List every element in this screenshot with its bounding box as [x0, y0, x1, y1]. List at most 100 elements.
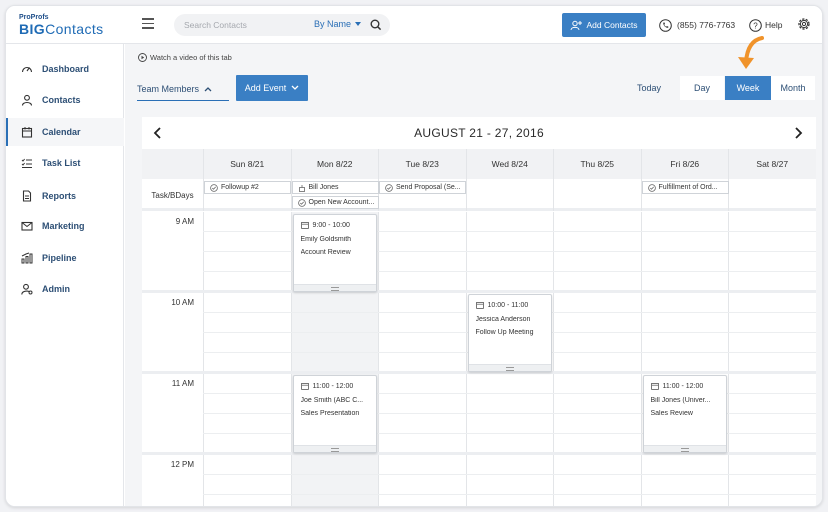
sidebar-item-admin[interactable]: Admin [6, 275, 124, 303]
task-chip-label: Open New Account... [308, 199, 375, 206]
logo[interactable]: ProProfs BIGContacts [19, 14, 127, 40]
contacts-icon [21, 94, 33, 106]
birthday-chip[interactable]: Bill Jones [291, 181, 379, 194]
event-card[interactable]: 10:00 - 11:00 Jessica Anderson Follow Up… [467, 294, 552, 372]
check-circle-icon [297, 198, 306, 207]
watch-video-link[interactable]: Watch a video of this tab [138, 53, 232, 62]
calendar-header: AUGUST 21 - 27, 2016 [142, 117, 816, 149]
reports-icon [22, 190, 32, 202]
phone-icon [659, 18, 672, 32]
day-header-row: Sun 8/21 Mon 8/22 Tue 8/23 Wed 8/24 Thu … [142, 149, 816, 179]
event-description: Account Review [300, 249, 351, 256]
chevron-up-icon [204, 86, 212, 91]
help-link[interactable]: ? Help [749, 16, 782, 34]
day-column[interactable] [640, 212, 729, 506]
team-members-dropdown[interactable]: Team Members [137, 77, 229, 101]
view-day-button[interactable]: Day [680, 76, 724, 100]
event-card[interactable]: 9:00 - 10:00 Emily Goldsmith Account Rev… [292, 214, 377, 292]
birthday-chip-label: Bill Jones [308, 184, 339, 191]
day-column[interactable] [728, 212, 816, 506]
all-day-cell[interactable] [465, 179, 554, 211]
view-month-button[interactable]: Month [771, 76, 815, 100]
event-description: Sales Presentation [300, 410, 360, 417]
team-members-label: Team Members [137, 83, 200, 94]
sidebar-item-reports[interactable]: Reports [6, 182, 124, 210]
day-header: Tue 8/23 [378, 149, 466, 179]
hour-label: 9 AM [175, 217, 194, 226]
sidebar-item-task-list[interactable]: Task List [6, 149, 124, 177]
watch-video-label: Watch a video of this tab [150, 53, 232, 62]
today-button[interactable]: Today [637, 83, 661, 93]
hour-divider [142, 290, 816, 293]
calendar-icon [300, 382, 309, 390]
resize-handle[interactable] [293, 445, 376, 452]
hour-label: 11 AM [171, 379, 194, 388]
event-contact: Joe Smith (ABC C... [300, 397, 364, 404]
phone-number: (855) 776-7763 [659, 16, 735, 34]
day-column[interactable] [203, 212, 291, 506]
search-input[interactable] [184, 17, 304, 33]
event-card[interactable]: 11:00 - 12:00 Joe Smith (ABC C... Sales … [292, 375, 377, 453]
day-column[interactable] [553, 212, 641, 506]
task-chip-label: Followup #2 [221, 184, 259, 191]
search-box: By Name [174, 14, 390, 36]
view-week-button[interactable]: Week [725, 76, 771, 100]
add-user-icon [570, 20, 583, 30]
sidebar-item-label: Marketing [42, 221, 85, 231]
day-header: Mon 8/22 [290, 149, 379, 179]
sidebar-item-label: Task List [42, 158, 81, 168]
sidebar-item-dashboard[interactable]: Dashboard [6, 55, 124, 83]
day-header: Wed 8/24 [465, 149, 554, 179]
add-contacts-label: Add Contacts [586, 20, 638, 30]
help-label: Help [765, 20, 783, 30]
all-day-cell[interactable] [553, 179, 641, 211]
menu-icon[interactable] [142, 18, 154, 30]
sidebar-item-marketing[interactable]: Marketing [6, 212, 124, 240]
main-content: Watch a video of this tab Team Members A… [125, 36, 822, 506]
all-day-row: Task/BDays Followup #2 Bill Jones Open N… [142, 179, 816, 211]
event-description: Sales Review [650, 410, 693, 417]
resize-handle[interactable] [643, 445, 726, 452]
add-event-button[interactable]: Add Event [236, 75, 308, 101]
sidebar-item-label: Contacts [42, 95, 81, 105]
marketing-icon [21, 221, 33, 231]
search-by-dropdown[interactable]: By Name [314, 19, 362, 29]
pipeline-icon [21, 252, 33, 264]
resize-handle[interactable] [468, 364, 551, 371]
search-icon[interactable] [369, 18, 383, 32]
sidebar-item-pipeline[interactable]: Pipeline [6, 244, 124, 272]
event-card[interactable]: 11:00 - 12:00 Bill Jones (Univer... Sale… [642, 375, 727, 453]
day-column[interactable] [378, 212, 466, 506]
calendar-icon [300, 221, 309, 229]
hour-label: 10 AM [171, 298, 194, 307]
all-day-cell[interactable] [728, 179, 816, 211]
task-chip[interactable]: Followup #2 [204, 181, 291, 194]
event-contact: Bill Jones (Univer... [650, 397, 711, 404]
gear-icon[interactable] [796, 16, 812, 32]
check-circle-icon [647, 183, 656, 192]
calendar-icon [21, 127, 33, 138]
day-header: Thu 8/25 [553, 149, 641, 179]
slot-divider [203, 474, 816, 475]
chevron-right-icon[interactable] [792, 126, 804, 140]
add-contacts-button[interactable]: Add Contacts [562, 13, 646, 37]
task-chip[interactable]: Open New Account... [291, 196, 379, 209]
event-time: 11:00 - 12:00 [650, 382, 703, 390]
event-time: 9:00 - 10:00 [300, 221, 350, 229]
sidebar-item-calendar[interactable]: Calendar [6, 118, 124, 146]
admin-icon [21, 283, 33, 295]
event-contact: Emily Goldsmith [300, 236, 352, 243]
sidebar-item-label: Pipeline [42, 253, 77, 263]
sidebar-item-contacts[interactable]: Contacts [6, 86, 124, 114]
resize-handle[interactable] [293, 284, 376, 291]
calendar-icon [650, 382, 659, 390]
sidebar-item-label: Calendar [42, 127, 81, 137]
task-chip[interactable]: Send Proposal (Se... [379, 181, 466, 194]
check-circle-icon [210, 183, 218, 192]
sidebar-item-label: Admin [42, 284, 70, 294]
top-bar: ProProfs BIGContacts By Name Add Contact… [6, 6, 822, 44]
event-time: 11:00 - 12:00 [300, 382, 353, 390]
add-event-label: Add Event [244, 83, 287, 93]
play-icon [138, 53, 147, 62]
task-chip[interactable]: Fulfillment of Ord... [641, 181, 729, 194]
